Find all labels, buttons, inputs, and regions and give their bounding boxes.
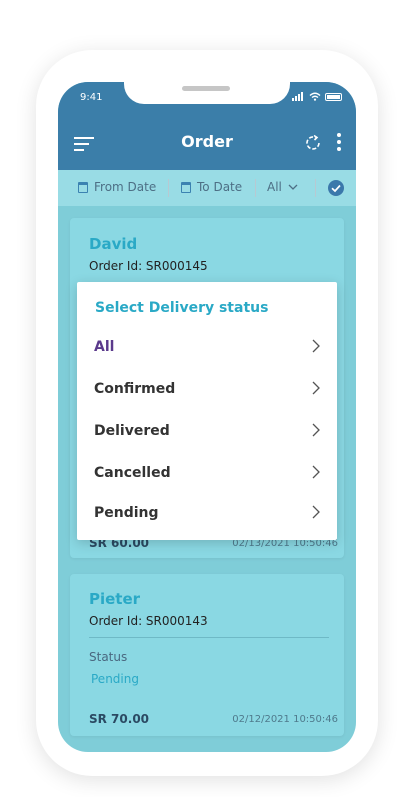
device-notch <box>124 82 290 104</box>
status-option-delivered[interactable]: Delivered <box>77 414 337 448</box>
option-label: All <box>94 339 115 355</box>
to-date-filter[interactable]: To Date <box>181 180 242 194</box>
divider <box>315 179 316 197</box>
status-option-pending[interactable]: Pending <box>77 496 337 530</box>
chevron-down-icon <box>288 184 298 190</box>
customer-name: David <box>89 235 138 253</box>
more-vertical-icon[interactable] <box>336 132 342 152</box>
from-date-label: From Date <box>94 180 157 194</box>
chevron-right-icon <box>312 339 320 353</box>
option-label: Confirmed <box>94 381 176 397</box>
app-bar: 9:41 Order <box>58 82 356 170</box>
wifi-icon <box>309 92 321 101</box>
divider <box>168 179 169 197</box>
signal-icon <box>292 92 305 101</box>
check-circle-icon[interactable] <box>328 180 344 196</box>
battery-icon <box>325 92 342 101</box>
order-card[interactable]: Pieter Order Id: SR000143 Status Pending… <box>70 574 344 736</box>
filter-bar: From Date To Date All <box>58 170 356 206</box>
calendar-icon <box>78 181 88 193</box>
status-value: Pending <box>91 672 139 686</box>
status-filter-dropdown[interactable]: All <box>267 180 298 194</box>
status-icons <box>292 92 342 101</box>
option-label: Delivered <box>94 423 170 439</box>
order-id: Order Id: SR000145 <box>89 259 208 273</box>
status-time: 9:41 <box>80 92 103 103</box>
delivery-status-dialog: Select Delivery status All Confirmed Del… <box>77 282 337 540</box>
divider <box>255 179 256 197</box>
chevron-right-icon <box>312 465 320 479</box>
dialog-title: Select Delivery status <box>95 300 269 316</box>
order-date: 02/12/2021 10:50:46 <box>232 714 338 725</box>
order-id: Order Id: SR000143 <box>89 614 208 628</box>
status-label: Status <box>89 650 128 664</box>
option-label: Pending <box>94 505 159 521</box>
from-date-filter[interactable]: From Date <box>78 180 156 194</box>
to-date-label: To Date <box>197 180 243 194</box>
speaker-grille <box>182 86 230 91</box>
chevron-right-icon <box>312 505 320 519</box>
divider <box>89 637 329 638</box>
calendar-icon <box>181 181 191 193</box>
refresh-icon[interactable] <box>304 134 322 152</box>
status-filter-value: All <box>267 180 282 194</box>
chevron-right-icon <box>312 381 320 395</box>
status-option-cancelled[interactable]: Cancelled <box>77 456 337 490</box>
customer-name: Pieter <box>89 590 141 608</box>
chevron-right-icon <box>312 423 320 437</box>
option-label: Cancelled <box>94 465 171 481</box>
status-option-confirmed[interactable]: Confirmed <box>77 372 337 406</box>
status-option-all[interactable]: All <box>77 330 337 364</box>
order-amount: SR 70.00 <box>89 712 150 726</box>
